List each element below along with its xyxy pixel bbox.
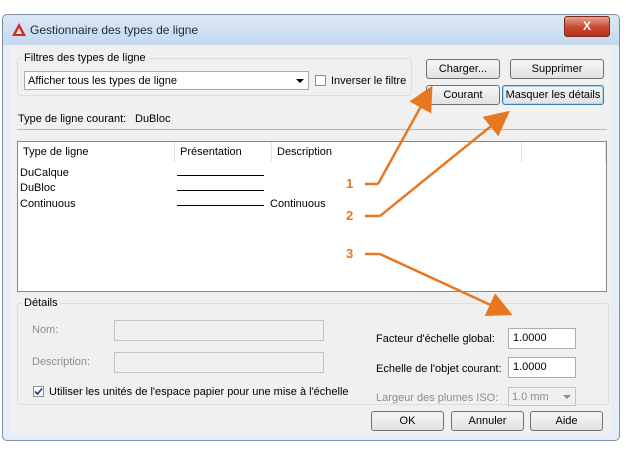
description-label: Description: [32, 356, 91, 368]
cancel-button[interactable]: Annuler [451, 411, 524, 431]
load-button[interactable]: Charger... [426, 59, 500, 79]
filters-group-label: Filtres des types de ligne [22, 52, 148, 64]
name-field[interactable] [114, 320, 324, 341]
column-header-appearance[interactable]: Présentation [175, 142, 272, 162]
name-label: Nom: [32, 324, 59, 336]
filter-dropdown[interactable]: Afficher tous les types de ligne [24, 71, 309, 90]
pen-width-label: Largeur des plumes ISO: [376, 392, 499, 404]
dialog-body: Filtres des types de ligne Afficher tous… [10, 45, 611, 434]
list-item[interactable]: Continuous Continuous [20, 198, 605, 212]
delete-button-label: Supprimer [531, 63, 583, 75]
column-header-linetype[interactable]: Type de ligne [18, 142, 175, 162]
linetype-name: DuCalque [20, 167, 69, 179]
linetype-description: Continuous [270, 198, 326, 210]
close-icon: X [582, 19, 591, 33]
invert-filter-label[interactable]: Inverser le filtre [331, 75, 406, 87]
current-button-label: Courant [443, 89, 483, 101]
ok-button[interactable]: OK [371, 411, 444, 431]
paper-units-checkbox[interactable] [33, 386, 44, 397]
pen-width-value: 1.0 mm [512, 391, 549, 403]
current-linetype-label: Type de ligne courant: [18, 113, 127, 125]
linetype-manager-window: Gestionnaire des types de ligne X Filtre… [2, 14, 620, 441]
list-item[interactable]: DuBloc [20, 182, 605, 196]
linetype-list[interactable]: Type de ligne Présentation Description D… [17, 141, 607, 292]
annotation-label-1: 1 [346, 176, 354, 191]
object-scale-field[interactable]: 1.0000 [508, 357, 576, 378]
close-button[interactable]: X [564, 16, 610, 37]
details-group-label: Détails [22, 297, 60, 309]
paper-units-label[interactable]: Utiliser les unités de l'espace papier p… [49, 386, 349, 398]
annotation-label-2: 2 [346, 208, 354, 223]
hide-details-button-label: Masquer les détails [505, 89, 601, 101]
filter-dropdown-value: Afficher tous les types de ligne [28, 75, 177, 87]
title-bar[interactable]: Gestionnaire des types de ligne X [3, 15, 619, 45]
column-header-filler [522, 142, 606, 162]
help-button[interactable]: Aide [530, 411, 603, 431]
cancel-button-label: Annuler [468, 415, 507, 427]
checkmark-icon [34, 387, 43, 396]
linetype-preview [177, 175, 264, 176]
delete-button[interactable]: Supprimer [510, 59, 604, 79]
help-button-label: Aide [555, 415, 578, 427]
annotation-label-3: 3 [346, 246, 354, 261]
hide-details-button[interactable]: Masquer les détails [502, 85, 604, 105]
linetype-preview [177, 190, 264, 191]
window-title: Gestionnaire des types de ligne [30, 23, 199, 37]
pen-width-dropdown[interactable]: 1.0 mm [508, 387, 576, 406]
object-scale-label: Echelle de l'objet courant: [376, 363, 502, 375]
chevron-down-icon [296, 79, 304, 83]
linetype-preview [177, 205, 264, 206]
column-header-description[interactable]: Description [272, 142, 522, 162]
list-item[interactable]: DuCalque [20, 167, 605, 181]
chevron-down-icon [563, 395, 571, 399]
description-field[interactable] [114, 352, 324, 373]
separator [17, 129, 607, 130]
ok-button-label: OK [399, 415, 416, 427]
invert-filter-checkbox[interactable] [315, 75, 326, 86]
global-scale-label: Facteur d'échelle global: [376, 333, 495, 345]
current-button[interactable]: Courant [426, 85, 500, 105]
linetype-name: DuBloc [20, 182, 56, 194]
global-scale-value: 1.0000 [513, 332, 547, 344]
global-scale-field[interactable]: 1.0000 [508, 328, 576, 349]
current-linetype-value: DuBloc [135, 113, 171, 125]
autocad-logo-icon [12, 23, 26, 36]
load-button-label: Charger... [438, 63, 488, 75]
object-scale-value: 1.0000 [513, 361, 547, 373]
linetype-name: Continuous [20, 198, 76, 210]
